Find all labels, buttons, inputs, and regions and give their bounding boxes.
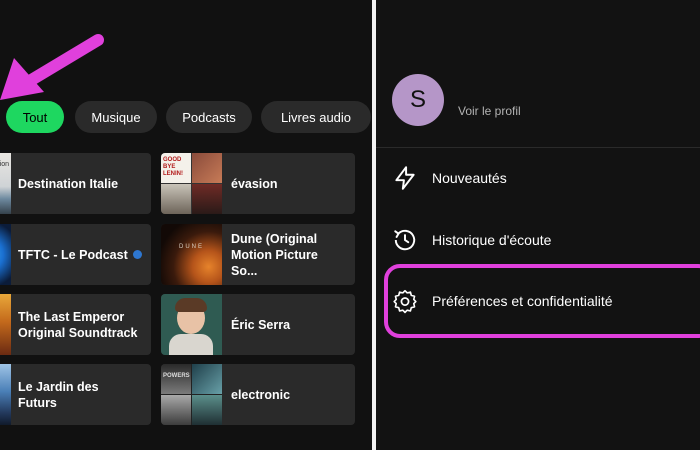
tile-label: évasion	[231, 176, 278, 191]
filter-chip-audiobooks-label: Livres audio	[280, 109, 352, 125]
annotation-arrow	[0, 34, 104, 100]
shortcut-tile-jardin-des-futurs[interactable]: Le Jardin des Futurs	[0, 364, 151, 425]
cover-text: POWERS	[163, 373, 190, 379]
avatar-initial: S	[409, 86, 426, 113]
new-episode-dot	[133, 250, 142, 259]
tile-label: Destination Italie	[18, 176, 119, 191]
account-menu-panel: S Voir le profil Nouveautés Historique d…	[376, 0, 700, 450]
playlist-cover	[0, 364, 11, 425]
tile-label: TFTC - Le Podcast	[18, 247, 128, 262]
shortcut-tile-evasion[interactable]: GOOD BYE LENIN! évasion	[161, 153, 355, 214]
shortcut-tile-eric-serra[interactable]: Éric Serra	[161, 294, 355, 355]
menu-divider	[376, 147, 700, 148]
album-cover: DUNE	[161, 224, 222, 285]
album-cover	[0, 294, 11, 355]
filter-chip-music[interactable]: Musique	[75, 101, 157, 133]
lightning-icon	[395, 166, 415, 190]
shortcut-tile-tftc[interactable]: TFTC - Le Podcast	[0, 224, 151, 285]
menu-item-history[interactable]: Historique d'écoute	[376, 220, 700, 260]
shortcut-tile-last-emperor[interactable]: The Last Emperor Original Soundtrack	[0, 294, 151, 355]
view-profile-link[interactable]: Voir le profil	[458, 104, 521, 118]
tile-label: Éric Serra	[231, 317, 291, 332]
shortcut-tile-destination-italie[interactable]: Destination Italie Destination Italie	[0, 153, 151, 214]
playlist-mosaic-cover: POWERS	[161, 364, 222, 425]
menu-item-label: Nouveautés	[432, 170, 507, 186]
artist-photo	[161, 294, 222, 355]
playlist-cover-text: Destination Italie	[0, 161, 9, 168]
history-clock-icon	[394, 229, 416, 251]
avatar[interactable]: S	[392, 74, 444, 126]
menu-item-news[interactable]: Nouveautés	[376, 158, 700, 198]
cover-text: DUNE	[178, 244, 204, 250]
filter-chip-all[interactable]: Tout	[6, 101, 64, 133]
filter-chip-audiobooks[interactable]: Livres audio	[261, 101, 371, 133]
tile-label: Le Jardin des Futurs	[18, 379, 99, 410]
tile-label: electronic	[231, 387, 291, 402]
shortcut-tile-electronic[interactable]: POWERS electronic	[161, 364, 355, 425]
filter-chip-podcasts[interactable]: Podcasts	[166, 101, 252, 133]
annotation-highlight	[384, 264, 700, 338]
filter-chip-podcasts-label: Podcasts	[182, 109, 236, 125]
tile-label: The Last Emperor Original Soundtrack	[18, 309, 138, 340]
playlist-cover: Destination Italie	[0, 153, 11, 214]
playlist-mosaic-cover: GOOD BYE LENIN!	[161, 153, 222, 214]
tile-label: Dune (Original Motion Picture So...	[231, 231, 318, 278]
home-panel: Tout Musique Podcasts Livres audio Desti…	[0, 0, 372, 450]
filter-chip-all-label: Tout	[22, 109, 48, 125]
cover-text: GOOD BYE LENIN!	[163, 157, 183, 177]
menu-item-label: Historique d'écoute	[432, 232, 552, 248]
shortcut-tile-dune[interactable]: DUNE Dune (Original Motion Picture So...	[161, 224, 355, 285]
podcast-cover	[0, 224, 11, 285]
filter-chip-music-label: Musique	[91, 109, 141, 125]
